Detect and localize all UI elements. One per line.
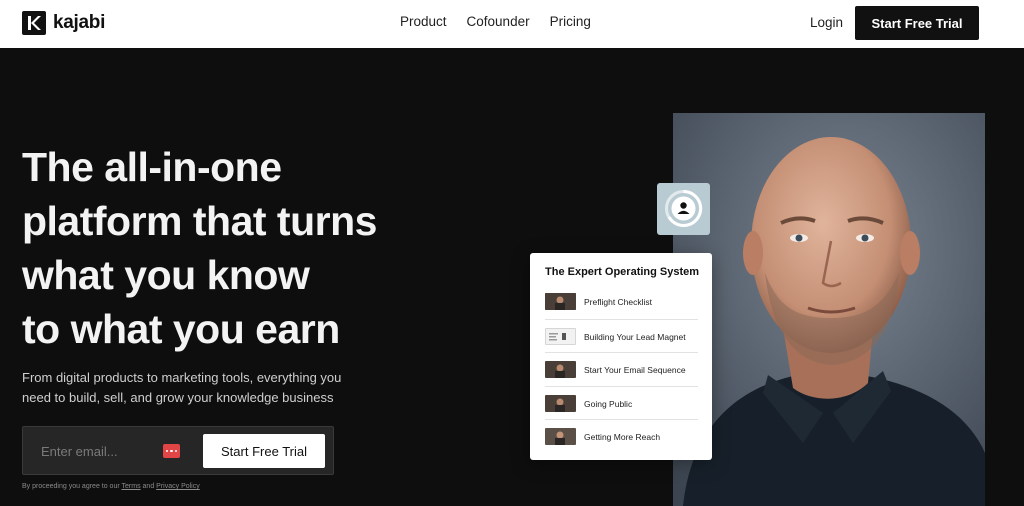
legal-notice: By proceeding you agree to our Terms and… (22, 483, 200, 490)
hero-subtitle-line: From digital products to marketing tools… (22, 370, 342, 385)
hero-title: The all-in-one platform that turns what … (22, 140, 442, 356)
lesson-item[interactable]: Building Your Lead Magnet (545, 320, 698, 353)
nav-link-cofounder[interactable]: Cofounder (467, 14, 530, 29)
lesson-name: Building Your Lead Magnet (584, 331, 686, 342)
legal-and: and (142, 483, 155, 490)
terms-link[interactable]: Terms (122, 483, 141, 490)
nav-link-product[interactable]: Product (400, 14, 447, 29)
video-thumbnail-icon (545, 361, 576, 378)
kajabi-logo[interactable]: kajabi (22, 11, 105, 35)
hero-title-line: The all-in-one (22, 144, 282, 190)
password-manager-dots-icon[interactable] (163, 444, 180, 458)
kajabi-logo-icon (22, 11, 46, 35)
hero-title-line: to what you earn (22, 306, 340, 352)
login-link[interactable]: Login (810, 15, 843, 30)
email-signup-form: Start Free Trial (22, 426, 334, 475)
lesson-name: Preflight Checklist (584, 296, 653, 307)
video-thumbnail-icon (545, 395, 576, 412)
document-thumbnail-icon (545, 328, 576, 345)
user-progress-icon (665, 189, 703, 227)
lesson-name: Getting More Reach (584, 431, 661, 442)
lesson-name: Start Your Email Sequence (584, 364, 686, 375)
nav-link-pricing[interactable]: Pricing (550, 14, 591, 29)
hero-subtitle: From digital products to marketing tools… (22, 368, 382, 408)
course-title: The Expert Operating System (545, 266, 700, 278)
video-thumbnail-icon (545, 428, 576, 445)
lesson-item[interactable]: Going Public (545, 387, 698, 420)
course-outline-card: The Expert Operating System Preflight Ch… (530, 253, 712, 460)
hero-title-line: platform that turns (22, 198, 377, 244)
brand-name: kajabi (53, 12, 106, 33)
hero-start-free-trial-button[interactable]: Start Free Trial (203, 434, 325, 468)
lesson-item[interactable]: Start Your Email Sequence (545, 353, 698, 386)
top-navbar: kajabi Product Cofounder Pricing Login S… (0, 0, 1024, 48)
legal-prefix: By proceeding you agree to our (22, 483, 120, 490)
nav-start-free-trial-button[interactable]: Start Free Trial (855, 6, 979, 40)
lesson-item[interactable]: Preflight Checklist (545, 285, 698, 318)
lesson-name: Going Public (584, 398, 633, 409)
primary-nav: Product Cofounder Pricing (400, 14, 591, 29)
profile-progress-card (657, 183, 710, 235)
lesson-item[interactable]: Getting More Reach (545, 420, 698, 453)
hero-title-line: what you know (22, 252, 310, 298)
video-thumbnail-icon (545, 293, 576, 310)
hero-portrait-image (673, 113, 985, 506)
email-input[interactable] (33, 437, 173, 465)
privacy-policy-link[interactable]: Privacy Policy (156, 483, 200, 490)
hero-subtitle-line: need to build, sell, and grow your knowl… (22, 390, 334, 405)
